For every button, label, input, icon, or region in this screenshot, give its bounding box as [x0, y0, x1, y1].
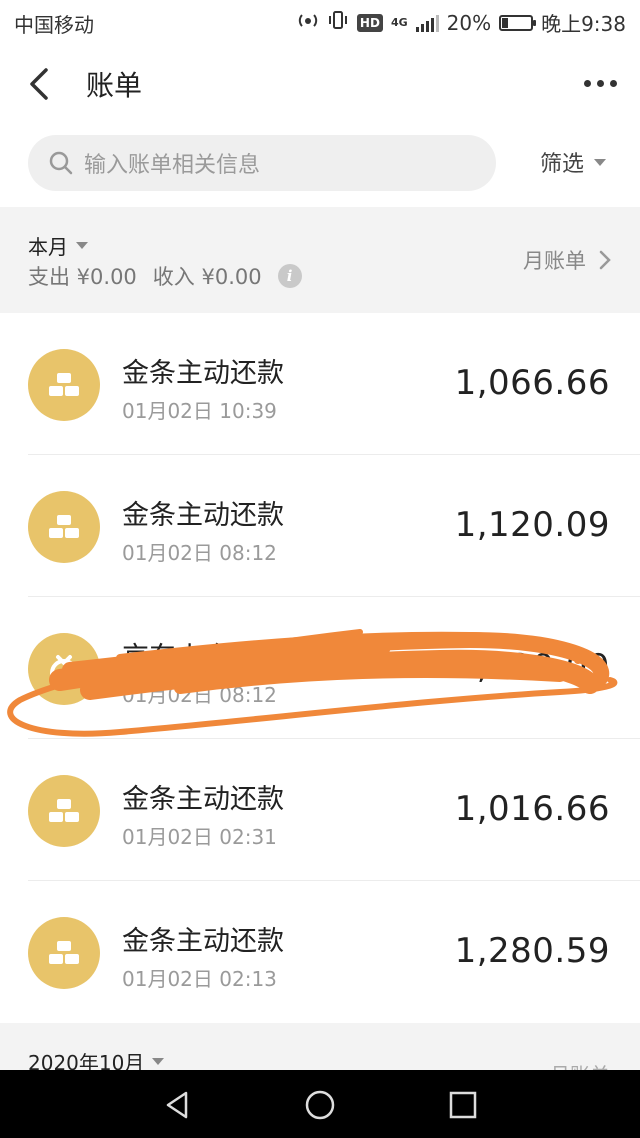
transaction-name: 金条主动还款	[122, 926, 284, 957]
transaction-time: 01月02日 08:12	[122, 683, 277, 707]
transaction-amount: 1,066.66	[454, 363, 610, 403]
chevron-right-icon	[599, 250, 611, 270]
monthly-bill-label: 月账单	[523, 249, 586, 273]
back-button[interactable]	[22, 62, 62, 106]
page-title: 账单	[86, 69, 143, 102]
month-label: 2020年10月	[28, 1051, 145, 1071]
signal-icon	[415, 14, 439, 32]
nav-recents-button[interactable]	[446, 1088, 480, 1122]
status-icons: HD 4G 20% 晚上9:38	[297, 8, 626, 37]
nav-home-button[interactable]	[303, 1088, 337, 1122]
hotspot-icon	[297, 9, 319, 36]
transaction-row[interactable]: 京东小金库 01月02日 08:12 1,120.09	[0, 597, 640, 739]
coin-bag-icon	[28, 633, 100, 705]
circle-home-icon	[305, 1090, 335, 1120]
more-button[interactable]	[584, 68, 624, 98]
carrier-name: 中国移动	[14, 13, 94, 37]
battery-icon	[499, 14, 537, 31]
more-dot	[610, 79, 617, 87]
search-placeholder: 输入账单相关信息	[84, 153, 261, 178]
gold-bars-icon	[28, 775, 100, 847]
monthly-bill-link[interactable]: 月账单	[523, 245, 612, 275]
triangle-back-icon	[166, 1091, 188, 1119]
month-header: 本月 支出 ¥0.00 收入 ¥0.00 i 月账单	[0, 207, 640, 313]
battery-percent: 20%	[446, 10, 492, 35]
income-total: 收入 ¥0.00	[152, 265, 262, 289]
nav-back-button[interactable]	[160, 1088, 194, 1122]
transaction-amount: 1,120.09	[454, 505, 610, 545]
status-bar: 中国移动 HD 4G 20% 晚上9:38	[0, 0, 640, 44]
chevron-down-icon	[152, 1058, 165, 1065]
transaction-name: 金条主动还款	[122, 500, 284, 531]
gold-bars-icon	[28, 491, 100, 563]
back-arrow-icon	[30, 68, 48, 100]
transaction-row[interactable]: 金条主动还款 01月02日 10:39 1,066.66	[0, 313, 640, 455]
transaction-amount: 1,120.09	[454, 647, 610, 687]
search-icon	[49, 151, 73, 175]
gold-bars-icon	[28, 349, 100, 421]
month-summary: 支出 ¥0.00 收入 ¥0.00 i	[28, 261, 302, 291]
chevron-down-icon	[594, 158, 607, 166]
hd-badge: HD	[356, 13, 383, 32]
transaction-amount: 1,280.59	[454, 931, 610, 971]
chevron-down-icon	[76, 242, 88, 249]
vibrate-icon	[327, 9, 349, 36]
transaction-name: 金条主动还款	[122, 358, 284, 389]
more-dot	[597, 79, 604, 87]
square-recents-icon	[449, 1091, 477, 1119]
network-type: 4G	[390, 16, 408, 29]
transaction-name: 京东小金库	[122, 642, 257, 673]
transaction-row[interactable]: 金条主动还款 01月02日 02:13 1,280.59	[0, 881, 640, 1023]
transaction-list: 金条主动还款 01月02日 10:39 1,066.66 金条主动还款 01月0…	[0, 313, 640, 1023]
transaction-time: 01月02日 02:13	[122, 967, 277, 991]
search-input[interactable]: 输入账单相关信息	[28, 135, 496, 191]
transaction-name: 金条主动还款	[122, 784, 284, 815]
clock: 晚上9:38	[541, 12, 626, 36]
month-selector[interactable]: 本月	[28, 231, 88, 260]
title-bar: 账单	[0, 44, 640, 124]
month-label: 本月	[28, 235, 68, 259]
transaction-row[interactable]: 金条主动还款 01月02日 08:12 1,120.09	[0, 455, 640, 597]
month-selector[interactable]: 2020年10月	[28, 1047, 165, 1071]
transaction-time: 01月02日 10:39	[122, 399, 277, 423]
expense-total: 支出 ¥0.00	[28, 265, 137, 289]
transaction-row[interactable]: 金条主动还款 01月02日 02:31 1,016.66	[0, 739, 640, 881]
filter-button[interactable]: 筛选	[540, 146, 607, 178]
gold-bars-icon	[28, 917, 100, 989]
info-icon[interactable]: i	[277, 264, 302, 288]
transaction-amount: 1,016.66	[454, 789, 610, 829]
next-month-header: 2020年10月 月账单	[0, 1023, 640, 1071]
transaction-time: 01月02日 02:31	[122, 825, 277, 849]
filter-label: 筛选	[540, 152, 585, 177]
transaction-time: 01月02日 08:12	[122, 541, 277, 565]
more-dots-icon	[584, 79, 591, 87]
system-nav-bar	[0, 1070, 640, 1138]
